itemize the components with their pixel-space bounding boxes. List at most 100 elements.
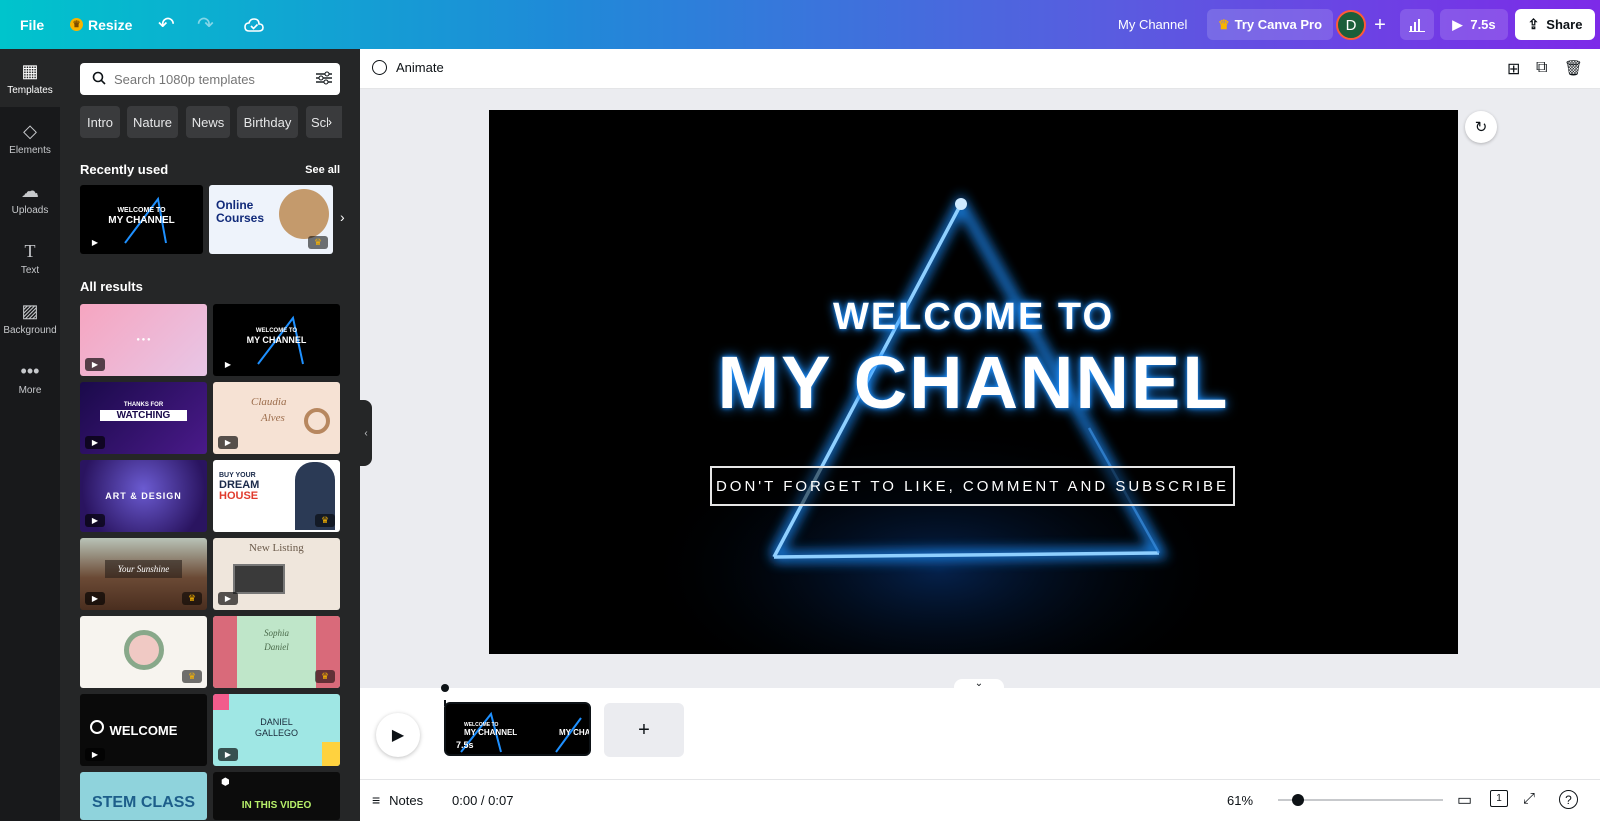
- thumb-text: MY CHANNEL: [246, 335, 307, 345]
- side-rail: ▦ Templates ◇ Elements ☁ Uploads T Text …: [0, 49, 60, 821]
- share-button[interactable]: ⇪ Share: [1515, 9, 1595, 40]
- all-results-title: All results: [80, 279, 143, 294]
- filter-icon[interactable]: [316, 71, 332, 88]
- recent-scroll-right-icon[interactable]: ›: [340, 209, 345, 225]
- file-menu[interactable]: File: [20, 0, 44, 49]
- canvas-headline-large[interactable]: MY CHANNEL: [489, 340, 1458, 425]
- video-badge-icon: ▶: [85, 236, 105, 249]
- thumb-text: DANIEL: [260, 717, 293, 727]
- thumb-shape: [322, 742, 340, 766]
- playhead[interactable]: [441, 684, 449, 692]
- canvas-tagline[interactable]: DON'T FORGET TO LIKE, COMMENT AND SUBSCR…: [710, 466, 1235, 506]
- comment-icon[interactable]: ↻: [1465, 111, 1497, 143]
- chip-scroll-right-icon[interactable]: ›: [328, 106, 342, 138]
- fullscreen-icon[interactable]: ⤢: [1523, 790, 1535, 807]
- video-badge-icon: ▶: [85, 358, 105, 371]
- thumb-text: MY CHANNEL: [108, 215, 175, 226]
- template-thumb[interactable]: ⬢ IN THIS VIDEO: [213, 772, 340, 820]
- resize-button[interactable]: ♛ Resize: [70, 0, 132, 49]
- template-thumb[interactable]: Your Sunshine ▶ ♛: [80, 538, 207, 610]
- zoom-slider-knob[interactable]: [1291, 794, 1304, 806]
- template-thumb[interactable]: ♛: [80, 616, 207, 688]
- rail-item-uploads[interactable]: ☁ Uploads: [0, 169, 60, 227]
- template-thumb[interactable]: New Listing ▶: [213, 538, 340, 610]
- play-button[interactable]: ▶: [376, 713, 420, 757]
- design-title[interactable]: My Channel: [1118, 0, 1187, 49]
- grid-view-icon[interactable]: ▭: [1457, 790, 1472, 810]
- template-thumb[interactable]: STEM CLASS: [80, 772, 207, 820]
- share-icon: ⇪: [1527, 16, 1540, 32]
- chip-news[interactable]: News: [186, 106, 230, 138]
- play-icon: ▶: [1452, 16, 1463, 32]
- hexagon-icon: ⬢: [221, 777, 230, 788]
- present-play-button[interactable]: ▶ 7.5s: [1440, 9, 1508, 40]
- thumb-text: MY CHANNEL: [559, 728, 591, 737]
- design-canvas[interactable]: WELCOME TO MY CHANNEL DON'T FORGET TO LI…: [489, 110, 1458, 654]
- rail-label: Elements: [9, 144, 51, 156]
- chip-nature[interactable]: Nature: [127, 106, 178, 138]
- add-page-icon[interactable]: ⊞: [1507, 59, 1520, 79]
- add-collaborator-icon[interactable]: +: [1366, 10, 1394, 40]
- canvas-scrollbar[interactable]: [1584, 95, 1590, 675]
- chip-intro[interactable]: Intro: [80, 106, 120, 138]
- try-canva-pro-button[interactable]: ♛ Try Canva Pro: [1207, 9, 1333, 40]
- rail-item-background[interactable]: ▨ Background: [0, 289, 60, 347]
- video-badge-icon: ▶: [85, 514, 105, 527]
- thumb-text: GALLEGO: [254, 728, 299, 738]
- playback-time: 0:00 / 0:07: [452, 793, 514, 808]
- template-thumb[interactable]: Claudia Alves ▶: [213, 382, 340, 454]
- zoom-level[interactable]: 61%: [1227, 793, 1253, 808]
- thumb-photo: [279, 189, 329, 239]
- search-input[interactable]: [114, 71, 304, 87]
- duplicate-page-icon[interactable]: ⧉: [1536, 59, 1547, 77]
- see-all-link[interactable]: See all: [305, 164, 340, 176]
- zoom-slider[interactable]: [1278, 794, 1443, 806]
- template-thumb[interactable]: THANKS FOR WATCHING ▶: [80, 382, 207, 454]
- page-count[interactable]: 1: [1490, 790, 1508, 807]
- page-duration: 7.5s: [456, 740, 474, 750]
- animate-button[interactable]: Animate: [372, 60, 444, 75]
- template-thumb[interactable]: WELCOME ▶: [80, 694, 207, 766]
- undo-icon[interactable]: ↶: [158, 0, 175, 49]
- timeline: ▶ WELCOME TO MY CHANNEL MY CHANNEL 7.5s …: [360, 684, 1600, 779]
- template-thumb[interactable]: DANIEL GALLEGO ▶: [213, 694, 340, 766]
- help-icon[interactable]: ?: [1559, 790, 1578, 809]
- timeline-page-thumb[interactable]: WELCOME TO MY CHANNEL MY CHANNEL 7.5s: [444, 702, 591, 756]
- add-page-button[interactable]: +: [604, 703, 684, 757]
- thumb-text: IN THIS VIDEO: [241, 800, 312, 811]
- chip-birthday[interactable]: Birthday: [237, 106, 298, 138]
- template-thumb[interactable]: WELCOME TO MY CHANNEL ▶: [213, 304, 340, 376]
- notes-icon: ≡: [372, 792, 381, 808]
- rail-label: Templates: [7, 84, 53, 96]
- animate-label: Animate: [396, 60, 444, 75]
- insights-icon[interactable]: [1400, 9, 1434, 40]
- rail-item-templates[interactable]: ▦ Templates: [0, 49, 60, 107]
- templates-icon: ▦: [21, 60, 39, 81]
- collapse-panel-icon[interactable]: ‹: [360, 400, 372, 466]
- template-thumb[interactable]: BUY YOUR DREAM HOUSE ♛: [213, 460, 340, 532]
- redo-icon[interactable]: ↷: [197, 0, 214, 49]
- notes-button[interactable]: ≡ Notes: [372, 792, 423, 808]
- rail-item-text[interactable]: T Text: [0, 229, 60, 287]
- template-thumb[interactable]: ● ● ● ▶: [80, 304, 207, 376]
- canvas-headline-small[interactable]: WELCOME TO: [489, 296, 1458, 339]
- crown-icon: ♛: [70, 18, 83, 31]
- template-thumb[interactable]: ART & DESIGN ▶: [80, 460, 207, 532]
- thumb-shape: [213, 694, 229, 710]
- video-badge-icon: ▶: [218, 436, 238, 449]
- recent-thumb-my-channel[interactable]: WELCOME TO MY CHANNEL ▶: [80, 185, 203, 254]
- rail-item-elements[interactable]: ◇ Elements: [0, 109, 60, 167]
- thumb-text: WELCOME TO: [255, 328, 298, 334]
- cloud-save-icon[interactable]: [244, 0, 264, 49]
- template-thumb[interactable]: Sophia Daniel ♛: [213, 616, 340, 688]
- recent-thumb-online-courses[interactable]: Online Courses ♛: [209, 185, 333, 254]
- thumb-text: HOUSE: [219, 490, 259, 502]
- delete-page-icon[interactable]: 🗑: [1564, 59, 1583, 77]
- rail-item-more[interactable]: ••• More: [0, 349, 60, 407]
- search-box[interactable]: [80, 63, 340, 95]
- avatar[interactable]: D: [1336, 10, 1366, 40]
- thumb-text: BUY YOUR: [219, 472, 256, 479]
- video-badge-icon: ▶: [218, 592, 238, 605]
- more-icon: •••: [20, 360, 40, 381]
- thumb-text: Claudia: [251, 396, 287, 408]
